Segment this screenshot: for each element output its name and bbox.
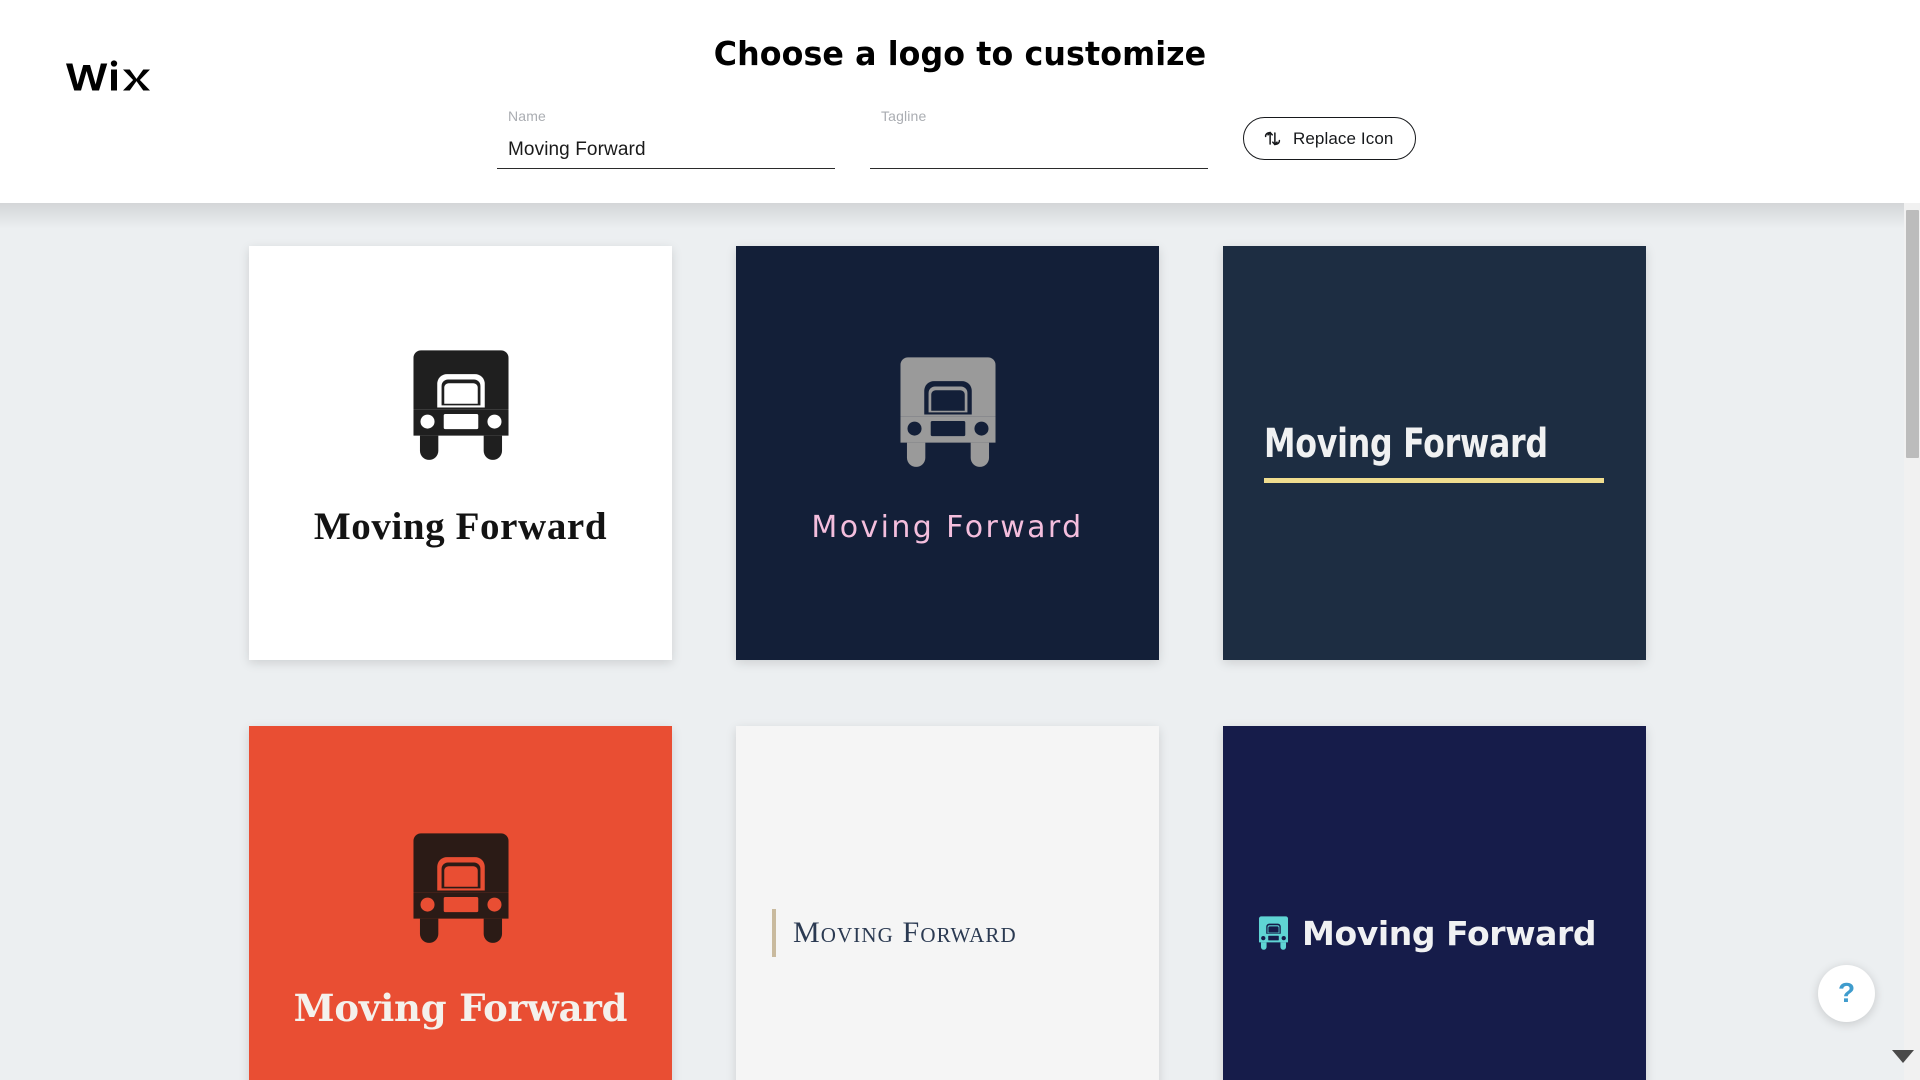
page-title: Choose a logo to customize [713, 34, 1207, 73]
replace-icon-button[interactable]: Replace Icon [1243, 117, 1417, 160]
name-field-label: Name [508, 108, 546, 124]
logo-board: Moving Forward Moving Forward Moving For… [0, 203, 1920, 1080]
moving-truck-icon [1258, 916, 1289, 950]
moving-truck-icon [412, 833, 509, 944]
logo-card-4[interactable]: Moving Forward [249, 726, 672, 1080]
name-input[interactable] [497, 139, 835, 169]
logo-card-4-text: Moving Forward [293, 985, 628, 1030]
logo-form: Name Tagline Replace Icon [497, 108, 1417, 169]
logo-card-5-accent-bar [772, 909, 776, 957]
tagline-field-label: Tagline [881, 108, 927, 124]
logo-grid: Moving Forward Moving Forward Moving For… [249, 246, 1646, 1080]
logo-card-6-text: Moving Forward [1302, 913, 1597, 953]
logo-card-1-text: Moving Forward [313, 505, 608, 549]
logo-card-3-underline [1264, 477, 1604, 483]
vertical-scrollbar-track[interactable] [1904, 203, 1920, 1080]
vertical-scrollbar-thumb[interactable] [1906, 210, 1919, 458]
swap-refresh-icon [1264, 131, 1281, 146]
moving-truck-icon [899, 357, 996, 467]
logo-card-1[interactable]: Moving Forward [249, 246, 672, 660]
help-button[interactable]: ? [1818, 965, 1875, 1022]
logo-card-3[interactable]: Moving Forward [1223, 246, 1646, 660]
logo-card-5[interactable]: Moving Forward [736, 726, 1159, 1080]
logo-card-3-text: Moving Forward [1264, 420, 1548, 467]
logo-card-6[interactable]: Moving Forward [1223, 726, 1646, 1080]
logo-card-5-text: Moving Forward [793, 916, 1017, 949]
logo-card-2[interactable]: Moving Forward [736, 246, 1159, 660]
logo-card-2-text: Moving Forward [811, 510, 1084, 546]
replace-icon-label: Replace Icon [1293, 129, 1394, 148]
name-field-group: Name [497, 108, 835, 169]
logo-maker-page: Choose a logo to customize Name Tagline [0, 0, 1920, 1080]
question-mark-icon: ? [1837, 976, 1856, 1008]
tagline-input[interactable] [870, 139, 1208, 169]
moving-truck-icon [412, 350, 509, 460]
page-header: Choose a logo to customize Name Tagline [0, 0, 1920, 203]
tagline-field-group: Tagline [870, 108, 1208, 169]
